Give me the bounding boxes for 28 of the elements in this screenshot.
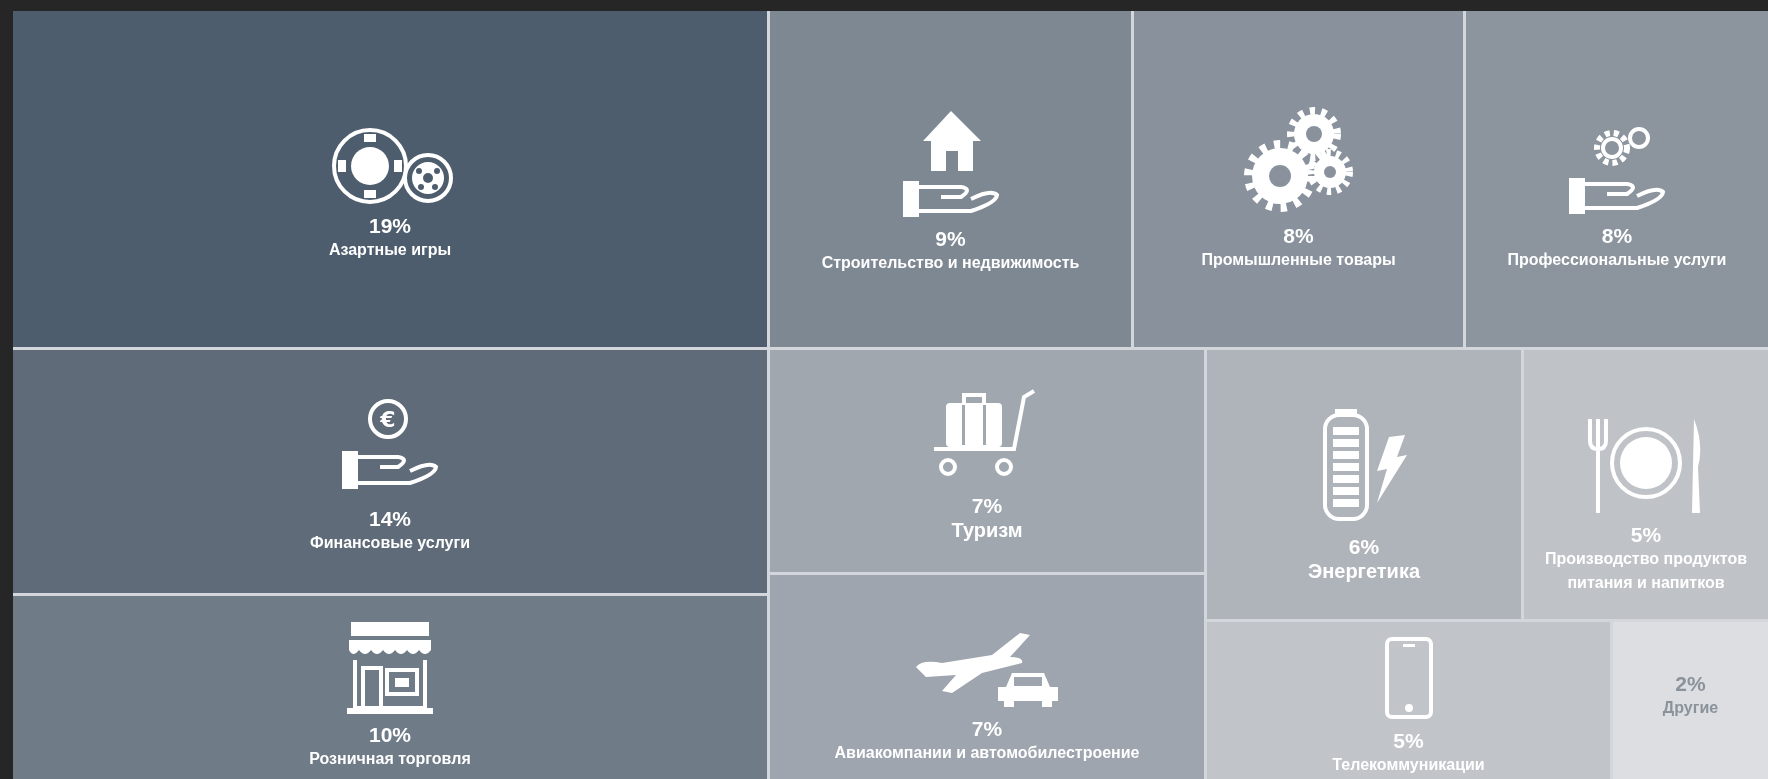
category-label: Другие — [1662, 697, 1719, 718]
category-label: Производство продуктов питания и напитков — [1543, 548, 1748, 593]
percent-value: 10% — [369, 723, 411, 747]
percent-value: 8% — [1601, 224, 1633, 248]
percent-value: 9% — [935, 227, 966, 251]
gears-hand-icon — [1567, 126, 1667, 216]
category-label: Авиакомпании и автомобилестроение — [834, 743, 1140, 763]
category-label: Азартные игры — [328, 240, 452, 260]
category-label: Туризм — [951, 517, 1023, 542]
percent-value: 14% — [369, 506, 411, 531]
percent-value: 6% — [1348, 534, 1380, 559]
percent-value: 2% — [1675, 671, 1706, 696]
category-label: Розничная торговля — [309, 749, 471, 769]
euro-coin-icon: € — [368, 398, 408, 439]
percent-value: 8% — [1283, 224, 1314, 248]
category-label: Энергетика — [1307, 558, 1421, 583]
percent-value: 5% — [1393, 729, 1424, 753]
shop-icon — [345, 620, 435, 715]
category-label: Финансовые услуги — [310, 532, 470, 553]
percent-value: 19% — [369, 214, 411, 238]
category-label: Промышленные товары — [1201, 250, 1396, 270]
category-label: Телекоммуникации — [1332, 755, 1485, 775]
category-label: Профессиональные услуги — [1507, 250, 1727, 270]
hand-icon — [342, 450, 438, 489]
category-label: Строительство и недвижимость — [821, 253, 1080, 273]
percent-value: 7% — [971, 493, 1003, 518]
percent-value: 7% — [971, 717, 1003, 741]
percent-value: 5% — [1630, 522, 1662, 547]
